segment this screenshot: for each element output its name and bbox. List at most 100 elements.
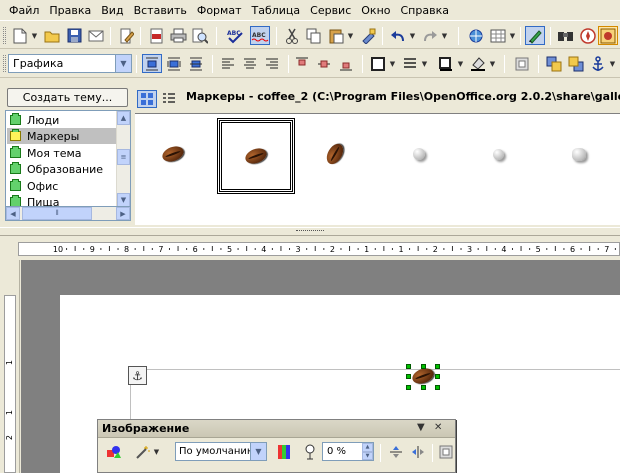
flip-vertical-icon[interactable]: [386, 442, 406, 461]
ruler-tick: [254, 248, 256, 250]
autospellcheck-icon[interactable]: ABC: [250, 26, 270, 45]
spellcheck-icon[interactable]: ABC: [226, 26, 246, 45]
magic-wand-icon[interactable]: [132, 442, 152, 461]
redo-icon[interactable]: [420, 26, 440, 45]
ruler-label: 5: [536, 245, 541, 254]
graphic-properties-icon[interactable]: [436, 442, 456, 461]
stepper-up-icon[interactable]: ▲: [362, 443, 373, 452]
menu-format[interactable]: Формат: [192, 1, 247, 20]
gallery-item-pearl[interactable]: [391, 128, 446, 180]
resize-handle[interactable]: [406, 385, 411, 390]
redo-dropdown-arrow[interactable]: ▼: [440, 26, 449, 45]
theme-item[interactable]: Люди: [7, 112, 117, 128]
toolbar-grip[interactable]: [3, 55, 6, 72]
theme-item[interactable]: Образование: [7, 161, 117, 177]
selected-image[interactable]: [406, 364, 440, 390]
copy-icon[interactable]: [304, 26, 324, 45]
resize-handle[interactable]: [435, 364, 440, 369]
theme-list[interactable]: Люди Маркеры Моя тема Образование Офис П…: [5, 110, 131, 209]
new-document-icon[interactable]: [10, 26, 30, 45]
color-icon[interactable]: [274, 442, 294, 461]
open-folder-icon[interactable]: [42, 26, 62, 45]
paste-icon[interactable]: [326, 26, 346, 45]
ruler-tick: [477, 248, 479, 250]
folder-icon: [10, 162, 21, 174]
scroll-thumb[interactable]: ≡: [117, 149, 130, 165]
toolbar-close-icon[interactable]: ✕: [434, 422, 442, 433]
save-icon[interactable]: [64, 26, 84, 45]
undo-dropdown-arrow[interactable]: ▼: [408, 26, 417, 45]
transparency-icon[interactable]: [300, 442, 320, 461]
paragraph-style-select[interactable]: Графика ▼: [8, 54, 132, 73]
resize-handle[interactable]: [421, 364, 426, 369]
page-preview-icon[interactable]: [190, 26, 210, 45]
navigator-icon[interactable]: [578, 26, 598, 45]
scroll-up-icon[interactable]: ▲: [117, 111, 130, 125]
toolbar-menu-icon[interactable]: ▼: [417, 422, 425, 433]
hyperlink-icon[interactable]: [466, 26, 486, 45]
splitter-grip[interactable]: [296, 230, 324, 233]
resize-handle[interactable]: [435, 385, 440, 390]
icon-view-icon[interactable]: [137, 90, 157, 108]
edit-file-icon[interactable]: [116, 26, 136, 45]
email-icon[interactable]: [86, 26, 106, 45]
menu-help[interactable]: Справка: [396, 1, 454, 20]
undo-icon[interactable]: [388, 26, 408, 45]
transparency-stepper[interactable]: ▲ ▼: [362, 443, 373, 460]
gallery-title: Маркеры - coffee_2 (C:\Program Files\Ope…: [186, 90, 620, 103]
theme-list-vertical-scrollbar[interactable]: ▲ ≡ ▼: [116, 111, 130, 208]
gallery-item-coffee[interactable]: [307, 128, 362, 180]
chevron-down-icon[interactable]: ▼: [250, 443, 266, 460]
vertical-ruler[interactable]: 1 1 2: [0, 260, 20, 473]
find-replace-icon[interactable]: [556, 26, 576, 45]
theme-item[interactable]: Моя тема: [7, 145, 117, 161]
clone-formatting-icon[interactable]: [358, 26, 378, 45]
resize-handle[interactable]: [406, 364, 411, 369]
scroll-left-icon[interactable]: ◀: [6, 207, 20, 220]
transparency-field[interactable]: 0 % ▲ ▼: [322, 442, 374, 461]
gallery-icon[interactable]: [598, 26, 618, 45]
theme-item-active[interactable]: Маркеры: [7, 128, 117, 144]
menu-table[interactable]: Таблица: [246, 1, 305, 20]
menu-view[interactable]: Вид: [96, 1, 128, 20]
gallery-item-pearl[interactable]: [471, 128, 526, 180]
stepper-down-icon[interactable]: ▼: [362, 451, 373, 460]
cut-icon[interactable]: [282, 26, 302, 45]
table-icon[interactable]: [488, 26, 508, 45]
chevron-down-icon[interactable]: ▼: [115, 55, 131, 72]
filter-icon[interactable]: [104, 442, 124, 461]
scroll-down-icon[interactable]: ▼: [117, 193, 130, 207]
gallery-item-coffee[interactable]: [145, 128, 200, 180]
flip-horizontal-icon[interactable]: [408, 442, 428, 461]
theme-item[interactable]: Офис: [7, 178, 117, 194]
gallery-item-pearl[interactable]: [551, 128, 606, 180]
menu-window[interactable]: Окно: [356, 1, 395, 20]
menu-insert[interactable]: Вставить: [129, 1, 192, 20]
horizontal-ruler[interactable]: 1098765432112345678: [0, 237, 620, 259]
image-toolbar-titlebar[interactable]: Изображение: [98, 420, 455, 438]
export-pdf-icon[interactable]: [146, 26, 166, 45]
resize-handle[interactable]: [421, 385, 426, 390]
menu-edit[interactable]: Правка: [44, 1, 96, 20]
create-theme-button[interactable]: Создать тему...: [7, 88, 128, 107]
menu-file[interactable]: Файл: [4, 1, 44, 20]
theme-list-horizontal-scrollbar[interactable]: ◀ ⦀ ▶: [5, 206, 131, 221]
scroll-right-icon[interactable]: ▶: [116, 207, 130, 220]
resize-handle[interactable]: [406, 374, 411, 379]
table-dropdown-arrow[interactable]: ▼: [508, 26, 517, 45]
gallery-splitter[interactable]: [0, 227, 620, 236]
anchor-icon[interactable]: ⚓: [128, 366, 147, 385]
menu-tools[interactable]: Сервис: [305, 1, 356, 20]
paste-dropdown-arrow[interactable]: ▼: [346, 26, 355, 45]
filter-dropdown-arrow[interactable]: ▼: [152, 442, 161, 461]
new-dropdown-arrow[interactable]: ▼: [30, 26, 39, 45]
toolbar-grip[interactable]: [3, 27, 6, 44]
graphics-mode-select[interactable]: По умолчанию ▼: [175, 442, 267, 461]
scroll-thumb[interactable]: ⦀: [22, 207, 92, 220]
print-icon[interactable]: [168, 26, 188, 45]
ruler-tick: [246, 246, 248, 251]
show-draw-functions-icon[interactable]: [525, 26, 545, 45]
gallery-item-coffee-selected[interactable]: [217, 118, 295, 194]
resize-handle[interactable]: [435, 374, 440, 379]
detail-view-icon[interactable]: [159, 90, 179, 108]
